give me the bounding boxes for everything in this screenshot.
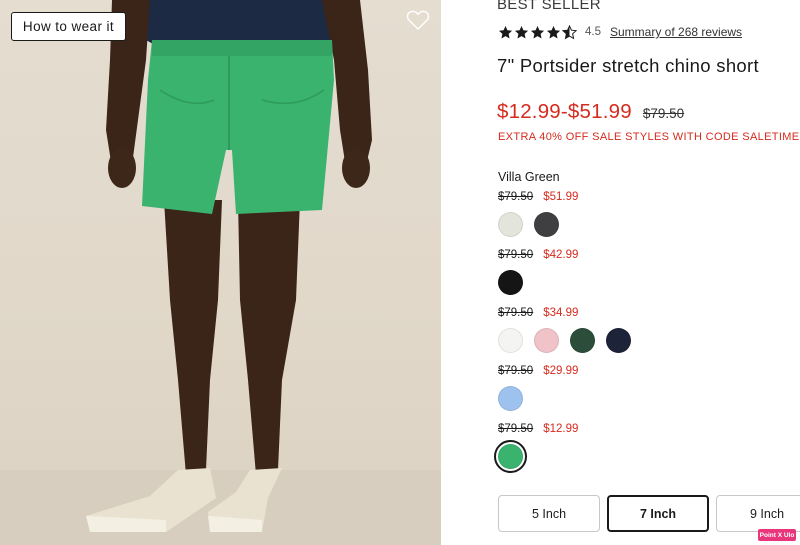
price-tier: $79.50 $34.99 (498, 307, 631, 353)
size-label: 7 Inch (639, 506, 677, 521)
color-swatch[interactable] (498, 270, 523, 295)
price-tier: $79.50 $42.99 (498, 249, 578, 295)
star-full-icon (498, 25, 513, 38)
price-tier: $79.50 $51.99 (498, 191, 578, 237)
sale-price-range: $12.99-$51.99 (497, 100, 632, 123)
tier-original-price: $79.50 (498, 365, 534, 377)
color-swatch[interactable] (498, 386, 523, 411)
model-illustration (0, 0, 441, 545)
best-seller-badge: BEST SELLER (497, 0, 601, 13)
product-details-panel: BEST SELLER 4.5 Summary of 268 reviews 7… (441, 0, 800, 545)
how-to-wear-button[interactable]: How to wear it (11, 12, 126, 41)
price-row: $12.99-$51.99 $79.50 (497, 100, 684, 124)
color-swatch[interactable] (534, 212, 559, 237)
tier-original-price: $79.50 (498, 423, 534, 435)
color-swatch[interactable] (606, 328, 631, 353)
tier-sale-price: $34.99 (543, 307, 579, 319)
product-photo[interactable]: How to wear it (0, 0, 441, 545)
star-full-icon (514, 25, 529, 38)
size-label: 9 Inch (749, 506, 785, 521)
rating-value: 4.5 (585, 26, 601, 38)
original-price: $79.50 (642, 106, 685, 121)
size-option-9-inch[interactable]: 9 Inch (716, 495, 800, 532)
browser-extension-badge[interactable]: Point X Ulo (758, 529, 796, 541)
color-swatch[interactable] (498, 328, 523, 353)
color-swatch[interactable] (570, 328, 595, 353)
size-label: 5 Inch (531, 506, 567, 521)
tier-original-price: $79.50 (498, 249, 534, 261)
color-swatch[interactable] (498, 212, 523, 237)
price-tier: $79.50 $12.99 (494, 423, 579, 473)
favorite-heart-icon[interactable] (406, 9, 430, 31)
star-half-icon (562, 24, 577, 39)
how-to-wear-label: How to wear it (22, 19, 115, 34)
tier-sale-price: $12.99 (543, 423, 579, 435)
tier-original-price: $79.50 (498, 191, 534, 203)
color-swatch[interactable] (534, 328, 559, 353)
tier-sale-price: $29.99 (543, 365, 579, 377)
reviews-summary-link[interactable]: Summary of 268 reviews (610, 25, 742, 39)
star-full-icon (530, 25, 545, 38)
rating-row: 4.5 Summary of 268 reviews (498, 23, 742, 41)
tier-sale-price: $51.99 (543, 191, 579, 203)
size-option-7-inch[interactable]: 7 Inch (607, 495, 709, 532)
size-selector: 5 Inch 7 Inch 9 Inch (498, 495, 800, 532)
tier-sale-price: $42.99 (543, 249, 579, 261)
price-tier: $79.50 $29.99 (498, 365, 578, 411)
star-rating (498, 24, 577, 40)
size-option-5-inch[interactable]: 5 Inch (498, 495, 600, 532)
promo-message: EXTRA 40% OFF SALE STYLES WITH CODE SALE… (498, 131, 800, 143)
product-title: 7" Portsider stretch chino short (497, 55, 759, 76)
star-full-icon (546, 25, 561, 38)
selected-color-name: Villa Green (498, 170, 560, 184)
tier-original-price: $79.50 (498, 307, 534, 319)
color-swatch[interactable] (494, 440, 527, 473)
